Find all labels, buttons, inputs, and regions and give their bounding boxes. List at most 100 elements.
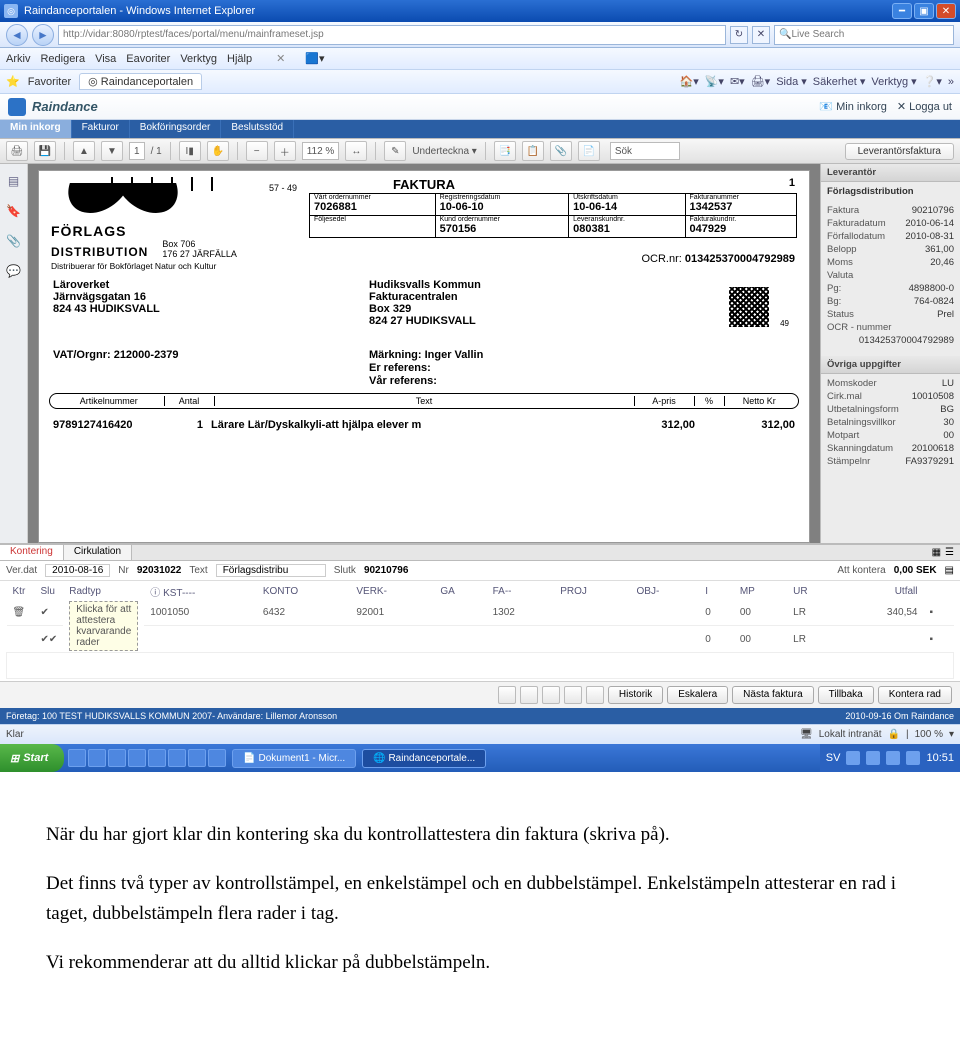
info-icon[interactable]: ⓘ [150,588,160,599]
row-menu-icon[interactable]: ▪ [930,634,934,645]
home-icon[interactable]: 🏠▾ [680,75,699,88]
page-down-icon[interactable]: ▼ [101,141,123,161]
inbox-link[interactable]: 📧 Min inkorg [819,100,887,113]
zoom-in-icon[interactable]: ＋ [274,141,296,161]
menu-file[interactable]: Arkiv [6,53,30,65]
feeds-icon[interactable]: 📡▾ [705,75,724,88]
tool3-icon[interactable]: 📎 [550,141,572,161]
close-button[interactable]: ✕ [936,3,956,19]
note-icon[interactable] [520,686,538,704]
ql-icon[interactable] [68,749,86,767]
menu-edit[interactable]: Redigera [40,53,85,65]
ql-icon[interactable] [168,749,186,767]
menu-view[interactable]: Visa [95,53,116,65]
ql-icon[interactable] [108,749,126,767]
help-icon[interactable]: ❔▾ [923,75,942,88]
browser-tab[interactable]: ◎ Raindanceportalen [79,73,202,90]
ie-zoom[interactable]: 100 % [915,729,943,740]
page-menu[interactable]: Sida ▾ [776,75,807,88]
tab-close-icon[interactable]: ✕ [276,52,285,65]
btn-tillbaka[interactable]: Tillbaka [818,686,874,704]
ql-icon[interactable] [128,749,146,767]
minimize-button[interactable]: ━ [892,3,912,19]
page-number-field[interactable]: 1 [129,142,145,160]
tab-cirkulation[interactable]: Cirkulation [64,545,132,560]
menu-help[interactable]: Hjälp [227,53,252,65]
browser-search[interactable]: 🔍 Live Search [774,25,954,45]
favorites-star-icon[interactable]: ⭐ [6,75,20,88]
tab-beslutsstod[interactable]: Beslutsstöd [221,120,294,138]
copy-icon[interactable] [564,686,582,704]
forward-button[interactable]: ► [32,24,54,46]
tab-kontering[interactable]: Kontering [0,545,64,560]
tool2-icon[interactable]: 📋 [522,141,544,161]
select-icon[interactable]: I▮ [179,141,201,161]
toggle-icon[interactable]: ▤ [945,565,954,576]
ql-icon[interactable] [148,749,166,767]
kontering-row-1[interactable]: 🗑 ✔ Klicka för att attestera kvarvarande… [7,600,954,626]
back-button[interactable]: ◄ [6,24,28,46]
taskbar-task[interactable]: 🌐 Raindanceportale... [362,749,486,768]
pdf-viewport[interactable]: 57 - 49 FAKTURA 1 FÖRLAGS DISTRIBUTION B… [28,164,820,543]
tray-icon[interactable] [846,751,860,765]
ql-icon[interactable] [88,749,106,767]
sign-pen-icon[interactable]: ✎ [384,141,406,161]
attachments-icon[interactable]: 📎 [5,232,23,250]
comments-icon[interactable]: 💬 [5,262,23,280]
stamp-single-icon[interactable]: ✔ [41,607,49,618]
maximize-button[interactable]: ▣ [914,3,934,19]
logout-link[interactable]: ✕ Logga ut [897,100,952,113]
refresh-button[interactable]: ↻ [730,26,748,44]
tray-icon[interactable] [906,751,920,765]
menu-tools[interactable]: Verktyg [180,53,217,65]
save-icon[interactable]: 💾 [34,141,56,161]
list-icon[interactable]: ☰ [945,547,954,558]
btn-nasta-faktura[interactable]: Nästa faktura [732,686,813,704]
invoice-type-button[interactable]: Leverantörsfaktura [845,143,954,160]
ql-icon[interactable] [188,749,206,767]
bookmarks-icon[interactable]: 🔖 [5,202,23,220]
tray-lang[interactable]: SV [826,752,841,764]
url-field[interactable]: http://vidar:8080/rptest/faces/portal/me… [58,25,726,45]
start-button[interactable]: ⊞ Start [0,744,64,772]
btn-eskalera[interactable]: Eskalera [667,686,728,704]
fit-width-icon[interactable]: ↔ [345,141,367,161]
mail-icon[interactable]: ✉▾ [730,75,745,88]
hand-icon[interactable]: ✋ [207,141,229,161]
export-icon[interactable] [586,686,604,704]
send-icon[interactable] [542,686,560,704]
ql-icon[interactable] [208,749,226,767]
grid-icon[interactable]: ▦ [932,547,941,558]
tools-menu[interactable]: Verktyg ▾ [871,75,916,88]
print-icon[interactable]: 🖨▾ [751,75,771,88]
convert-icon[interactable]: 🟦▾ [305,52,324,65]
thumbnails-icon[interactable]: ▤ [5,172,23,190]
sign-menu[interactable]: Underteckna ▾ [412,146,477,157]
tab-fakturor[interactable]: Fakturor [72,120,130,138]
pdf-search-field[interactable]: Sök [610,142,680,160]
stamp-double-icon[interactable]: ✔✔ [41,634,58,645]
page-up-icon[interactable]: ▲ [73,141,95,161]
tool1-icon[interactable]: 📑 [494,141,516,161]
kr-text[interactable]: Förlagsdistribu [216,564,326,577]
tray-icon[interactable] [866,751,880,765]
attach-icon[interactable] [498,686,516,704]
zoom-field[interactable]: 112 % [302,142,340,160]
btn-kontera-rad[interactable]: Kontera rad [878,686,952,704]
btn-historik[interactable]: Historik [608,686,663,704]
kontering-row-2[interactable]: ✔✔ 0 00 LR ▪ [7,626,954,653]
stop-button[interactable]: ✕ [752,26,770,44]
overflow-icon[interactable]: » [948,76,954,88]
tray-icon[interactable] [886,751,900,765]
delete-row-icon[interactable]: 🗑 [13,607,26,618]
zoom-out-icon[interactable]: − [246,141,268,161]
menu-favorites[interactable]: Eavoriter [126,53,170,65]
row-menu-icon[interactable]: ▪ [930,607,934,618]
print-icon[interactable]: 🖨 [6,141,28,161]
taskbar-task[interactable]: 📄 Dokument1 - Micr... [232,749,356,768]
tab-bokforingsorder[interactable]: Bokföringsorder [130,120,222,138]
tool4-icon[interactable]: 📄 [578,141,600,161]
safety-menu[interactable]: Säkerhet ▾ [813,75,866,88]
kr-verdat[interactable]: 2010-08-16 [45,564,110,577]
favorites-label[interactable]: Favoriter [28,76,71,88]
